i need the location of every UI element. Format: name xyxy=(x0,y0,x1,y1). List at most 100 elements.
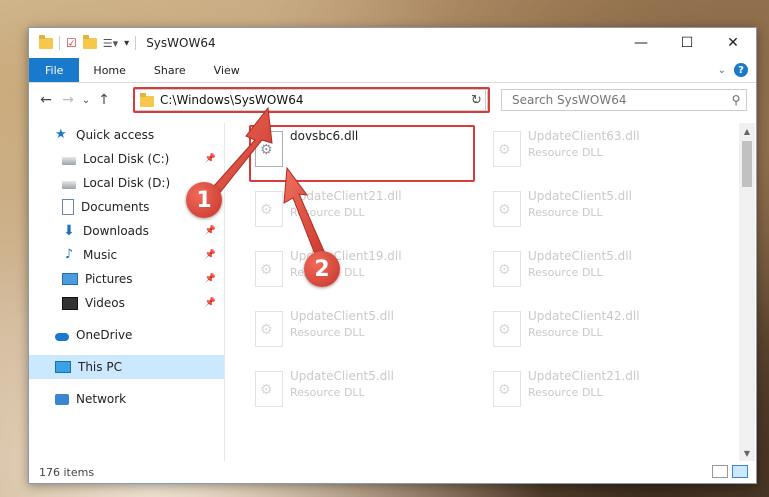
drive-icon xyxy=(62,181,76,189)
address-highlight-box xyxy=(133,87,490,113)
navigation-bar: ← → ⌄ ↑ C:\Windows\SysWOW64 ⌄ ↻ ⚲ xyxy=(29,83,756,117)
file-item[interactable]: UpdateClient5.dll Resource DLL xyxy=(250,305,475,357)
dll-file-icon xyxy=(493,251,521,287)
dll-file-icon xyxy=(255,371,283,407)
sidebar-item-label: Quick access xyxy=(76,128,155,142)
file-name: UpdateClient63.dll xyxy=(528,129,640,143)
toolbar-divider xyxy=(59,36,60,50)
file-type: Resource DLL xyxy=(528,266,603,279)
sidebar-item-onedrive[interactable]: OneDrive xyxy=(29,323,224,347)
recent-locations-button[interactable]: ⌄ xyxy=(79,89,93,111)
file-type: Resource DLL xyxy=(528,326,603,339)
scroll-down-icon[interactable]: ▼ xyxy=(739,445,755,461)
file-item[interactable]: UpdateClient5.dll Resource DLL xyxy=(488,185,713,237)
pin-icon[interactable]: 📌 xyxy=(205,250,216,260)
up-button[interactable]: ↑ xyxy=(93,89,115,111)
sidebar-item-label: Local Disk (D:) xyxy=(83,176,171,190)
file-type: Resource DLL xyxy=(290,386,365,399)
sidebar-item-music[interactable]: ♪ Music 📌 xyxy=(29,243,224,267)
sidebar-item-label: OneDrive xyxy=(76,328,133,342)
videos-icon xyxy=(62,296,78,310)
vertical-scrollbar[interactable]: ▲ ▼ xyxy=(739,123,755,461)
search-icon[interactable]: ⚲ xyxy=(726,93,746,107)
file-item[interactable]: UpdateClient5.dll Resource DLL xyxy=(488,245,713,297)
tab-home[interactable]: Home xyxy=(79,58,139,82)
file-name: UpdateClient21.dll xyxy=(528,369,640,383)
sidebar-item-label: Network xyxy=(76,392,127,406)
file-type: Resource DLL xyxy=(528,206,603,219)
minimize-button[interactable]: — xyxy=(618,28,664,58)
computer-icon xyxy=(55,361,71,373)
sidebar-item-label: Local Disk (C:) xyxy=(83,152,170,166)
dll-file-icon xyxy=(493,371,521,407)
file-name: UpdateClient42.dll xyxy=(528,309,640,323)
pictures-icon xyxy=(62,273,78,285)
file-type: Resource DLL xyxy=(290,326,365,339)
ribbon-right: ⌄ ? xyxy=(718,58,756,82)
sidebar-item-downloads[interactable]: ⬇ Downloads 📌 xyxy=(29,219,224,243)
dll-file-icon xyxy=(493,131,521,167)
file-name: UpdateClient5.dll xyxy=(528,189,632,203)
sidebar-item-label: Videos xyxy=(85,296,125,310)
tab-file[interactable]: File xyxy=(29,58,80,82)
file-name: UpdateClient21.dll xyxy=(290,189,402,203)
search-input[interactable] xyxy=(510,92,726,108)
window-controls: — ☐ ✕ xyxy=(618,28,756,58)
back-button[interactable]: ← xyxy=(35,89,57,111)
tab-view[interactable]: View xyxy=(200,58,254,82)
star-icon: ★ xyxy=(55,127,67,142)
file-type: Resource DLL xyxy=(528,146,603,159)
close-button[interactable]: ✕ xyxy=(710,28,756,58)
help-icon[interactable]: ? xyxy=(734,63,748,77)
dll-file-icon xyxy=(493,191,521,227)
status-bar: 176 items xyxy=(29,461,756,483)
drive-icon xyxy=(62,157,76,165)
file-item[interactable]: UpdateClient63.dll Resource DLL xyxy=(488,125,713,177)
customize-toolbar-icon[interactable]: ☰▾ xyxy=(103,37,118,50)
scrollbar-thumb[interactable] xyxy=(742,141,752,187)
dll-file-icon xyxy=(255,191,283,227)
pin-icon[interactable]: 📌 xyxy=(205,154,216,164)
file-item[interactable]: UpdateClient19.dll Resource DLL xyxy=(250,245,475,297)
new-folder-icon[interactable] xyxy=(82,34,97,49)
sidebar-item-label: Music xyxy=(83,248,118,262)
toolbar-dropdown-icon[interactable]: ▾ xyxy=(124,38,129,49)
file-item[interactable]: UpdateClient21.dll Resource DLL xyxy=(488,365,713,417)
pin-icon[interactable]: 📌 xyxy=(205,298,216,308)
dll-file-icon xyxy=(493,311,521,347)
file-item[interactable]: UpdateClient21.dll Resource DLL xyxy=(250,185,475,237)
sidebar-item-label: Downloads xyxy=(83,224,149,238)
file-item[interactable]: UpdateClient5.dll Resource DLL xyxy=(250,365,475,417)
network-icon xyxy=(55,393,69,405)
sidebar-item-videos[interactable]: Videos 📌 xyxy=(29,291,224,315)
file-item[interactable]: UpdateClient42.dll Resource DLL xyxy=(488,305,713,357)
sidebar-item-local-disk-c[interactable]: Local Disk (C:) 📌 xyxy=(29,147,224,171)
dll-file-icon xyxy=(255,251,283,287)
tiles-view-icon[interactable] xyxy=(732,465,748,478)
pin-icon[interactable]: 📌 xyxy=(205,226,216,236)
properties-icon[interactable]: ☑ xyxy=(66,36,77,50)
sidebar-item-network[interactable]: Network xyxy=(29,387,224,411)
step-one-badge: 1 xyxy=(186,182,222,218)
sidebar-item-this-pc[interactable]: This PC xyxy=(29,355,224,379)
sidebar-item-label: Pictures xyxy=(85,272,133,286)
folder-icon xyxy=(39,34,53,49)
sidebar-item-pictures[interactable]: Pictures 📌 xyxy=(29,267,224,291)
details-view-icon[interactable] xyxy=(712,465,728,478)
file-type: Resource DLL xyxy=(290,206,365,219)
file-name: UpdateClient5.dll xyxy=(290,309,394,323)
search-box[interactable]: ⚲ xyxy=(501,89,747,111)
sidebar-item-label: Documents xyxy=(81,200,150,214)
step-two-badge: 2 xyxy=(304,251,340,287)
scroll-up-icon[interactable]: ▲ xyxy=(739,123,755,139)
tab-share[interactable]: Share xyxy=(140,58,200,82)
pin-icon[interactable]: 📌 xyxy=(205,274,216,284)
sidebar-item-quick-access[interactable]: ★ Quick access xyxy=(29,123,224,147)
forward-button[interactable]: → xyxy=(57,89,79,111)
maximize-button[interactable]: ☐ xyxy=(664,28,710,58)
expand-ribbon-icon[interactable]: ⌄ xyxy=(718,65,726,76)
file-name: UpdateClient5.dll xyxy=(290,369,394,383)
file-highlight-box xyxy=(249,125,475,182)
music-icon: ♪ xyxy=(64,247,74,262)
pane-divider[interactable] xyxy=(224,123,225,461)
